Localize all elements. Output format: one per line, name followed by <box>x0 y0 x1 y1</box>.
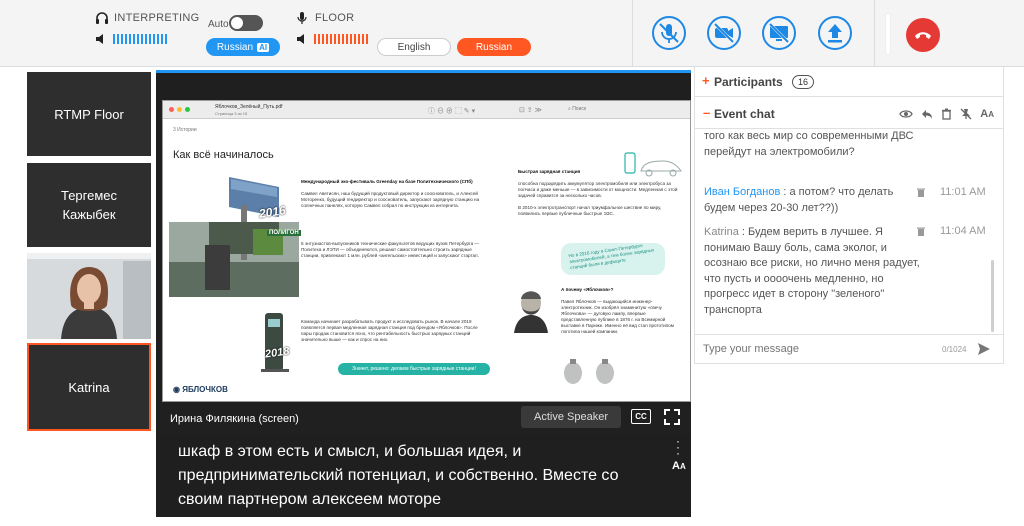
active-speaker-button[interactable]: Active Speaker <box>521 406 621 428</box>
interpreting-language-label: Russian <box>216 41 254 53</box>
closed-captions-button[interactable]: CC <box>631 409 651 424</box>
slide-why-text: А почему «Яблочков»? Павел Яблочков — вы… <box>561 287 674 334</box>
slide-para2: 6 энтузиастов-выпускников технические фа… <box>301 241 480 258</box>
participant-tile-name: Katrina <box>68 379 110 395</box>
participant-tile-name: Тергемес Кажыбек <box>60 188 118 222</box>
pdf-search-field[interactable]: ⌕ Поиск <box>568 106 628 112</box>
caption-font-size-icon[interactable]: AA <box>672 460 686 472</box>
participants-label: Participants <box>714 75 783 89</box>
slide-lamp-illustrations <box>564 359 614 384</box>
collapse-icon[interactable]: – <box>703 105 710 120</box>
participants-count: 16 <box>792 75 815 89</box>
pdf-tool-icons[interactable]: ⓘ ⊖ ⊕ ⬚ ✎ ▾ <box>428 106 475 116</box>
floor-label: FLOOR <box>315 12 355 24</box>
screen-share-off-button[interactable] <box>761 15 797 51</box>
participants-header[interactable]: + Participants 16 <box>694 67 1004 97</box>
upload-button[interactable] <box>817 15 853 51</box>
phone-hangup-icon <box>915 32 931 39</box>
slide-bottom-callout: Значит, решено: делаем быстрые зарядные … <box>338 363 490 375</box>
slide-para1: Международный эко-фестиваль Greenday на … <box>301 179 480 208</box>
auto-toggle[interactable] <box>229 15 263 31</box>
interpreting-volume-slider[interactable] <box>113 34 167 44</box>
pdf-page-info: Страница 3 из 15 <box>215 111 248 116</box>
pdf-share-icons[interactable]: ⊡ ⇪ ≫ <box>519 106 542 114</box>
side-panel: + Participants 16 – Event chat AA того к… <box>694 67 1004 367</box>
slide-section-tag: 3 Истории <box>173 127 197 133</box>
slide-mint-callout: Но в 2016 году в Санкт-Петербурге электр… <box>561 243 665 275</box>
participant-tile-katrina[interactable]: Katrina <box>27 343 151 431</box>
caption-text: шкаф в этом есть и смысл, и большая идея… <box>178 443 619 508</box>
floor-volume-slider[interactable] <box>314 34 368 44</box>
camera-off-button[interactable] <box>706 15 742 51</box>
presenter-bar: Ирина Филякина (screen) Active Speaker C… <box>156 402 691 434</box>
microphone-icon <box>297 12 307 24</box>
trash-icon[interactable] <box>941 108 952 120</box>
slide-portrait-yablochkov <box>514 291 548 333</box>
participant-tile-rtmp-floor[interactable]: RTMP Floor <box>27 72 151 156</box>
interpreting-language-button[interactable]: Russian AI <box>206 38 280 56</box>
event-chat-header[interactable]: – Event chat AA <box>694 99 1004 129</box>
chat-message-input[interactable] <box>703 343 923 355</box>
interpreting-label: INTERPRETING <box>114 12 200 24</box>
caption-more-icon[interactable]: · · · <box>676 435 680 459</box>
reply-icon[interactable] <box>921 108 933 120</box>
delete-message-icon[interactable] <box>916 187 926 198</box>
presenter-name: Ирина Филякина (screen) <box>170 413 299 425</box>
window-controls[interactable] <box>169 107 190 112</box>
eye-icon[interactable] <box>899 108 913 120</box>
participant-tile-video[interactable] <box>27 253 151 339</box>
slide-para3: Команда начинает разрабатывать продукт и… <box>301 319 478 342</box>
chat-message: Иван Богданов : а потом? что делать буде… <box>704 186 894 214</box>
participant-tile-name: RTMP Floor <box>54 106 124 122</box>
message-time: 11:01 AM <box>940 186 986 198</box>
fullscreen-icon[interactable] <box>663 408 681 426</box>
slide-charger-illustration <box>261 313 289 372</box>
text-size-icon[interactable]: AA <box>980 108 994 120</box>
event-chat-label: Event chat <box>714 107 775 121</box>
chat-toolbar: AA <box>899 108 994 120</box>
shared-screen-slide: Яблочков_Зелёный_Путь.pdf Страница 3 из … <box>162 100 691 402</box>
slide-charger-label: ПОЛИГОН <box>267 230 301 236</box>
slide-logo: ◉ ЯБЛОЧКОВ <box>173 385 228 394</box>
stage-highlight-bar <box>156 70 691 73</box>
separator-bar <box>886 14 890 54</box>
ai-badge: AI <box>257 42 270 52</box>
floor-volume-icon[interactable] <box>296 33 308 45</box>
pdf-file-name: Яблочков_Зелёный_Путь.pdf <box>215 104 283 110</box>
caption-area: шкаф в этом есть и смысл, и большая идея… <box>156 434 691 517</box>
expand-icon[interactable]: + <box>702 73 710 88</box>
mute-mic-button[interactable] <box>651 15 687 51</box>
lang-option-russian[interactable]: Russian <box>457 38 531 56</box>
delete-message-icon[interactable] <box>916 226 926 237</box>
pdf-viewer-toolbar: Яблочков_Зелёный_Путь.pdf Страница 3 из … <box>163 101 690 119</box>
auto-label: Auto <box>208 19 229 30</box>
top-toolbar: INTERPRETING Auto Russian AI FLOOR Engli… <box>0 0 1024 67</box>
send-icon[interactable] <box>977 342 991 356</box>
chat-message: Katrina : Будем верить в лучшее. Я поним… <box>704 226 920 316</box>
chat-message: того как весь мир со современными ДВС пе… <box>704 130 914 158</box>
chat-composer: 0/1024 <box>694 334 1004 364</box>
participant-tile-tergemes[interactable]: Тергемес Кажыбек <box>27 163 151 247</box>
slide-heading: Как всё начиналось <box>173 149 274 161</box>
headphones-icon <box>96 12 108 24</box>
message-time: 11:04 AM <box>940 225 986 237</box>
hang-up-button[interactable] <box>906 18 940 52</box>
volume-icon[interactable] <box>95 33 107 45</box>
slide-right-text: Быстрая зарядная станция способна подзар… <box>518 169 678 216</box>
char-counter: 0/1024 <box>942 345 967 354</box>
chat-scrollbar[interactable] <box>991 260 994 332</box>
lang-option-english[interactable]: English <box>377 38 451 56</box>
pin-off-icon[interactable] <box>960 108 972 120</box>
participant-video-feed <box>27 253 151 339</box>
